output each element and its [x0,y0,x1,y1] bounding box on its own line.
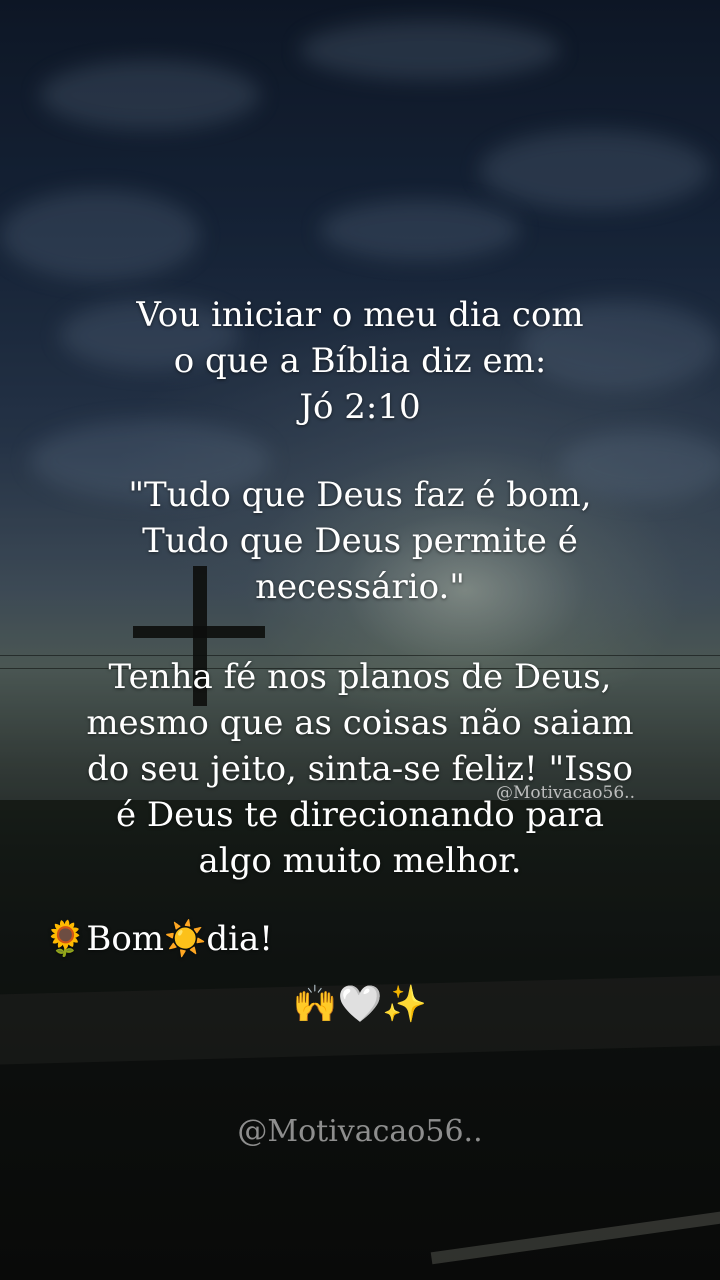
verse-intro-line: o que a Bíblia diz em: [173,341,547,381]
dark-overlay [0,0,720,1280]
verse-quote: "Tudo que Deus faz é bom, Tudo que Deus … [0,472,720,610]
verse-intro-line: Vou iniciar o meu dia com [136,295,584,335]
greeting-word-bom: Bom [86,919,165,959]
sunflower-icon: 🌻 [44,919,87,959]
sun-icon: ☀️ [164,919,207,959]
greeting: 🌻Bom☀️dia! [44,916,273,962]
quote-line: "Tudo que Deus faz é bom, [128,475,592,515]
message-line: mesmo que as coisas não saiam [86,703,634,743]
quote-line: Tudo que Deus permite é [142,521,578,561]
watermark: @Motivacao56.. [237,1114,483,1149]
greeting-word-dia: dia! [206,919,273,959]
message-line: algo muito melhor. [198,841,522,881]
verse-reference: Jó 2:10 [299,387,421,427]
quote-line: necessário." [255,567,465,607]
watermark-small: @Motivacao56.. [496,783,635,803]
message: Tenha fé nos planos de Deus, mesmo que a… [0,654,720,884]
message-line: Tenha fé nos planos de Deus, [108,657,612,697]
story-image: Vou iniciar o meu dia com o que a Bíblia… [0,0,720,1280]
verse-intro: Vou iniciar o meu dia com o que a Bíblia… [0,292,720,430]
emoji-row: 🙌🤍✨ [292,984,428,1025]
